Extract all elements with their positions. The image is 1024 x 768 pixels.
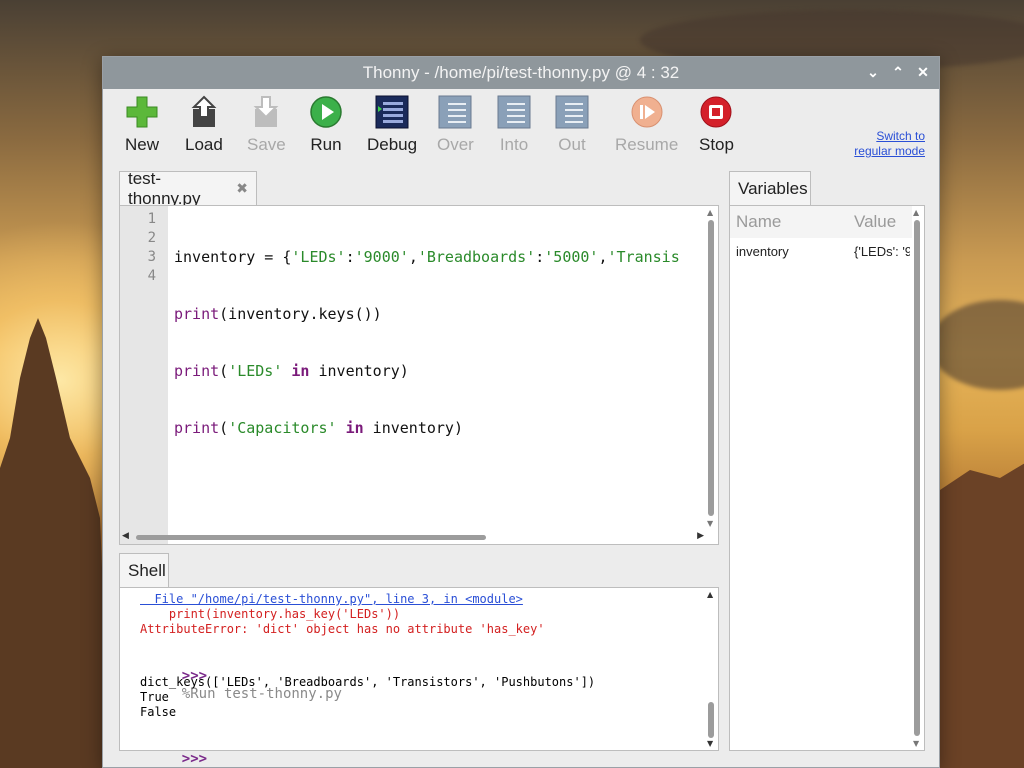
resume-icon (631, 96, 663, 128)
window-title: Thonny - /home/pi/test-thonny.py @ 4 : 3… (362, 63, 680, 82)
variable-row[interactable]: inventory {'LEDs': '9 (730, 238, 912, 264)
maximize-button[interactable]: ⌃ (890, 62, 906, 82)
switch-mode-line2: regular mode (854, 144, 925, 158)
editor-tab-label: test-thonny.py (128, 168, 201, 208)
resume-button[interactable]: Resume (615, 95, 678, 155)
traceback-code: print(inventory.has_key('LEDs')) (140, 607, 401, 621)
stop-label: Stop (699, 135, 734, 154)
step-over-icon (438, 95, 472, 129)
load-icon (191, 95, 217, 127)
resume-label: Resume (615, 135, 679, 154)
variables-scroll-thumb[interactable] (914, 220, 920, 736)
code-line: inventory = {'LEDs':'9000','Breadboards'… (174, 248, 680, 266)
name-column-header[interactable]: Name (730, 212, 854, 232)
shell-panel[interactable]: File "/home/pi/test-thonny.py", line 3, … (119, 587, 719, 767)
run-button[interactable]: Run (309, 95, 343, 155)
save-button[interactable]: Save (247, 95, 286, 155)
title-bar[interactable]: Thonny - /home/pi/test-thonny.py @ 4 : 3… (103, 57, 939, 89)
close-button[interactable]: ✕ (915, 62, 931, 82)
traceback-file-link[interactable]: File "/home/pi/test-thonny.py", line 3, … (124, 592, 702, 607)
line-number-gutter: 1 2 3 4 (120, 206, 168, 544)
shell-output-line: dict_keys(['LEDs', 'Breadboards', 'Trans… (140, 675, 596, 689)
tab-variables[interactable]: Variables (729, 171, 811, 205)
step-into-icon (497, 95, 531, 129)
shell-vertical-scrollbar[interactable]: ▲ ▼ (706, 590, 716, 748)
line-number: 1 (147, 211, 156, 227)
run-label: Run (310, 135, 342, 154)
new-label: New (125, 135, 160, 154)
line-number: 2 (147, 230, 156, 246)
traceback-error: AttributeError: 'dict' object has no att… (140, 622, 545, 636)
step-out-button[interactable]: Out (555, 95, 589, 155)
step-over-button[interactable]: Over (437, 95, 474, 155)
code-editor[interactable]: 1 2 3 4 inventory = {'LEDs':'9000','Brea… (119, 205, 719, 545)
new-button[interactable]: New (125, 95, 159, 155)
variable-name: inventory (736, 243, 789, 259)
code-line: print('Capacitors' in inventory) (174, 419, 463, 437)
toolbar: New Load Save Run Debug Over Into Out Re… (103, 89, 939, 167)
stop-button[interactable]: Stop (699, 95, 734, 155)
line-number: 3 (147, 249, 156, 265)
editor-hscroll-thumb[interactable] (136, 535, 486, 540)
editor-scroll-thumb[interactable] (708, 220, 714, 516)
editor-vertical-scrollbar[interactable]: ▲ ▼ (706, 208, 716, 528)
minimize-button[interactable]: ⌄ (865, 62, 881, 82)
value-column-header[interactable]: Value (854, 212, 896, 232)
shell-scroll-thumb[interactable] (708, 702, 714, 738)
variable-value: {'LEDs': '9 (854, 243, 910, 259)
variables-header: Name Value (730, 206, 912, 238)
close-tab-icon[interactable]: ✖ (236, 180, 248, 197)
code-line: print('LEDs' in inventory) (174, 362, 409, 380)
into-label: Into (499, 135, 529, 154)
over-label: Over (437, 135, 474, 154)
out-label: Out (558, 135, 586, 154)
pagoda-left (0, 318, 110, 768)
shell-tab-label: Shell (128, 560, 166, 580)
variables-vertical-scrollbar[interactable]: ▲ ▼ (912, 208, 922, 748)
debug-label: Debug (367, 135, 418, 154)
shell-input-line[interactable]: >>> (124, 732, 702, 767)
editor-horizontal-scrollbar[interactable]: ◀ ▶ (122, 531, 704, 542)
load-label: Load (185, 135, 223, 154)
shell-prompt: >>> (181, 751, 208, 767)
stop-icon (700, 96, 732, 128)
debug-button[interactable]: Debug (367, 95, 417, 155)
tab-shell[interactable]: Shell (119, 553, 169, 587)
switch-mode-line1: Switch to (876, 129, 925, 143)
step-into-button[interactable]: Into (497, 95, 531, 155)
line-number: 4 (147, 268, 156, 284)
variables-panel[interactable]: Name Value inventory {'LEDs': '9 ▲ ▼ (729, 205, 925, 751)
thonny-window: Thonny - /home/pi/test-thonny.py @ 4 : 3… (102, 56, 940, 768)
new-icon (126, 96, 158, 128)
variables-tab-label: Variables (738, 178, 808, 198)
step-out-icon (555, 95, 589, 129)
hills (940, 463, 1024, 768)
save-label: Save (247, 135, 286, 154)
shell-output-line: False (140, 705, 177, 719)
switch-mode-link[interactable]: Switch to regular mode (854, 129, 925, 159)
run-icon (310, 96, 342, 128)
load-button[interactable]: Load (185, 95, 223, 155)
save-icon (253, 96, 279, 127)
debug-icon (375, 95, 409, 129)
cloud (930, 300, 1024, 390)
tab-editor[interactable]: test-thonny.py ✖ (119, 169, 257, 208)
code-line: print(inventory.keys()) (174, 305, 382, 323)
